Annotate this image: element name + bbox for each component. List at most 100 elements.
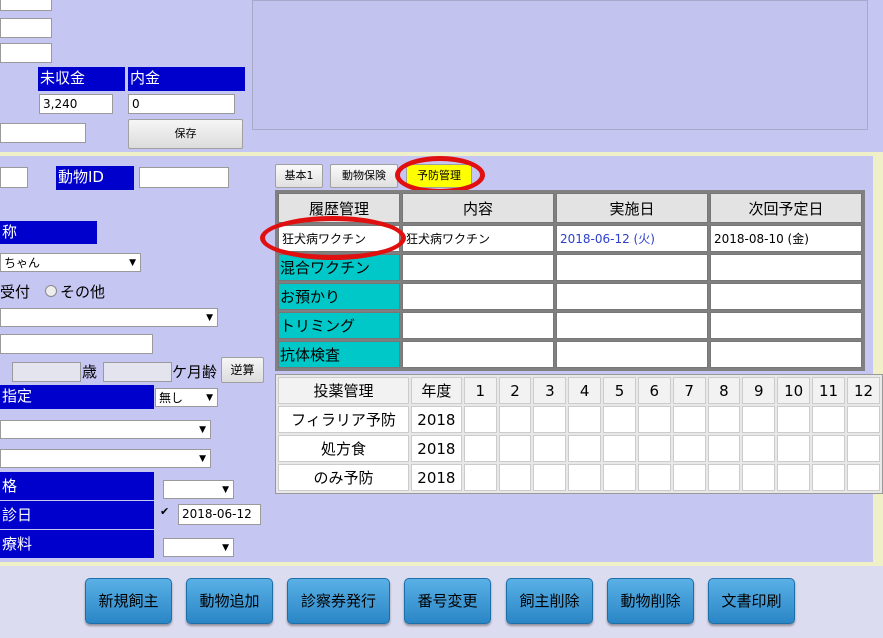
meds-cell[interactable] — [777, 435, 811, 462]
history-row-date[interactable] — [556, 312, 708, 339]
print-document-button[interactable]: 文書印刷 — [708, 578, 795, 624]
visit-date-checkbox[interactable]: ✔ — [160, 506, 172, 518]
history-row-content[interactable] — [402, 312, 554, 339]
uncollected-input[interactable]: 3,240 — [39, 94, 113, 114]
meds-cell[interactable] — [812, 406, 845, 433]
history-row-next[interactable] — [710, 312, 862, 339]
top-field-1[interactable] — [0, 0, 52, 11]
meds-cell[interactable] — [463, 435, 497, 462]
history-row-label[interactable]: トリミング — [278, 312, 400, 339]
meds-cell[interactable] — [777, 464, 811, 491]
history-row-date[interactable] — [556, 341, 708, 368]
meds-cell[interactable] — [533, 435, 567, 462]
meds-cell[interactable] — [498, 406, 532, 433]
breed-select[interactable]: ▼ — [0, 308, 218, 327]
age-months-input[interactable] — [103, 362, 172, 382]
other-radio[interactable] — [45, 285, 57, 297]
meds-cell[interactable] — [603, 464, 636, 491]
top-right-box — [252, 0, 868, 130]
deposit-input[interactable]: 0 — [128, 94, 235, 114]
meds-cell[interactable] — [533, 406, 567, 433]
meds-cell[interactable] — [672, 464, 706, 491]
meds-cell[interactable] — [533, 464, 567, 491]
history-header-next: 次回予定日 — [710, 193, 862, 223]
top-field-2[interactable] — [0, 18, 52, 38]
pet-name-select[interactable]: ちゃん ▼ — [0, 253, 141, 272]
history-row-content[interactable] — [402, 341, 554, 368]
top-field-4[interactable] — [0, 123, 86, 143]
tab-insurance[interactable]: 動物保険 — [330, 164, 398, 188]
select-field-b[interactable]: ▼ — [0, 449, 211, 468]
top-field-3[interactable] — [0, 43, 52, 63]
chevron-down-icon: ▼ — [206, 393, 213, 403]
meds-row-label: 処方食 — [278, 435, 409, 462]
reverse-calc-button[interactable]: 逆算 — [221, 357, 264, 383]
change-number-button[interactable]: 番号変更 — [404, 578, 491, 624]
meds-cell[interactable] — [707, 406, 741, 433]
issue-card-button[interactable]: 診察券発行 — [287, 578, 390, 624]
delete-owner-button[interactable]: 飼主削除 — [506, 578, 593, 624]
history-row-date[interactable] — [556, 283, 708, 310]
history-row-content[interactable] — [402, 254, 554, 281]
add-animal-button[interactable]: 動物追加 — [186, 578, 273, 624]
history-row-content[interactable] — [402, 283, 554, 310]
meds-cell[interactable] — [498, 435, 532, 462]
meds-cell[interactable] — [812, 435, 845, 462]
designation-select[interactable]: 無し ▼ — [155, 388, 218, 407]
meds-cell[interactable] — [672, 435, 706, 462]
select-field-a[interactable]: ▼ — [0, 420, 211, 439]
meds-cell[interactable] — [846, 464, 880, 491]
meds-cell[interactable] — [742, 435, 776, 462]
meds-cell[interactable] — [707, 464, 741, 491]
history-row-content[interactable]: 狂犬病ワクチン — [402, 225, 554, 252]
fee-select[interactable]: ▼ — [163, 538, 234, 557]
tab-basic[interactable]: 基本1 — [275, 164, 323, 188]
delete-animal-button[interactable]: 動物削除 — [607, 578, 694, 624]
meds-cell[interactable] — [568, 435, 602, 462]
meds-cell[interactable] — [463, 406, 497, 433]
history-row-next[interactable]: 2018-08-10 (金) — [710, 225, 862, 252]
history-row-next[interactable] — [710, 283, 862, 310]
visit-date-input[interactable]: 2018-06-12 — [178, 504, 261, 525]
meds-cell[interactable] — [637, 464, 671, 491]
meds-cell[interactable] — [568, 406, 602, 433]
owner-number-input[interactable] — [0, 167, 28, 188]
meds-cell[interactable] — [568, 464, 602, 491]
meds-cell[interactable] — [498, 464, 532, 491]
meds-cell[interactable] — [812, 464, 845, 491]
price-select[interactable]: ▼ — [163, 480, 234, 499]
meds-cell[interactable] — [603, 435, 636, 462]
meds-cell[interactable] — [846, 406, 880, 433]
meds-cell[interactable] — [742, 464, 776, 491]
history-row-label[interactable]: 抗体検査 — [278, 341, 400, 368]
history-row-next[interactable] — [710, 341, 862, 368]
meds-cell[interactable] — [603, 406, 636, 433]
visit-date-label: 診日 — [0, 501, 154, 529]
history-row-next[interactable] — [710, 254, 862, 281]
meds-cell[interactable] — [637, 406, 671, 433]
history-row-date[interactable]: 2018-06-12 (火) — [556, 225, 708, 252]
meds-row-year[interactable]: 2018 — [410, 464, 462, 491]
meds-cell[interactable] — [777, 406, 811, 433]
reception-radio-label: 受付 — [0, 283, 31, 301]
meds-row-year[interactable]: 2018 — [410, 406, 462, 433]
name-label: 称 — [0, 221, 97, 244]
meds-cell[interactable] — [742, 406, 776, 433]
history-row: トリミング — [278, 312, 862, 339]
meds-cell[interactable] — [672, 406, 706, 433]
meds-cell[interactable] — [637, 435, 671, 462]
history-row-label[interactable]: お預かり — [278, 283, 400, 310]
chevron-down-icon: ▼ — [206, 313, 213, 323]
meds-row-year[interactable]: 2018 — [410, 435, 462, 462]
save-button[interactable]: 保存 — [128, 119, 243, 149]
animal-id-input[interactable] — [139, 167, 229, 188]
meds-cell[interactable] — [707, 435, 741, 462]
meds-cell[interactable] — [463, 464, 497, 491]
meds-cell[interactable] — [846, 435, 880, 462]
age-years-input[interactable] — [12, 362, 81, 382]
new-owner-button[interactable]: 新規飼主 — [85, 578, 172, 624]
color-input[interactable] — [0, 334, 153, 354]
meds-header-month: 4 — [568, 377, 602, 404]
medication-table: 投薬管理 年度 1 2 3 4 5 6 7 8 9 10 11 12 フィラリア… — [275, 374, 883, 494]
history-row-date[interactable] — [556, 254, 708, 281]
